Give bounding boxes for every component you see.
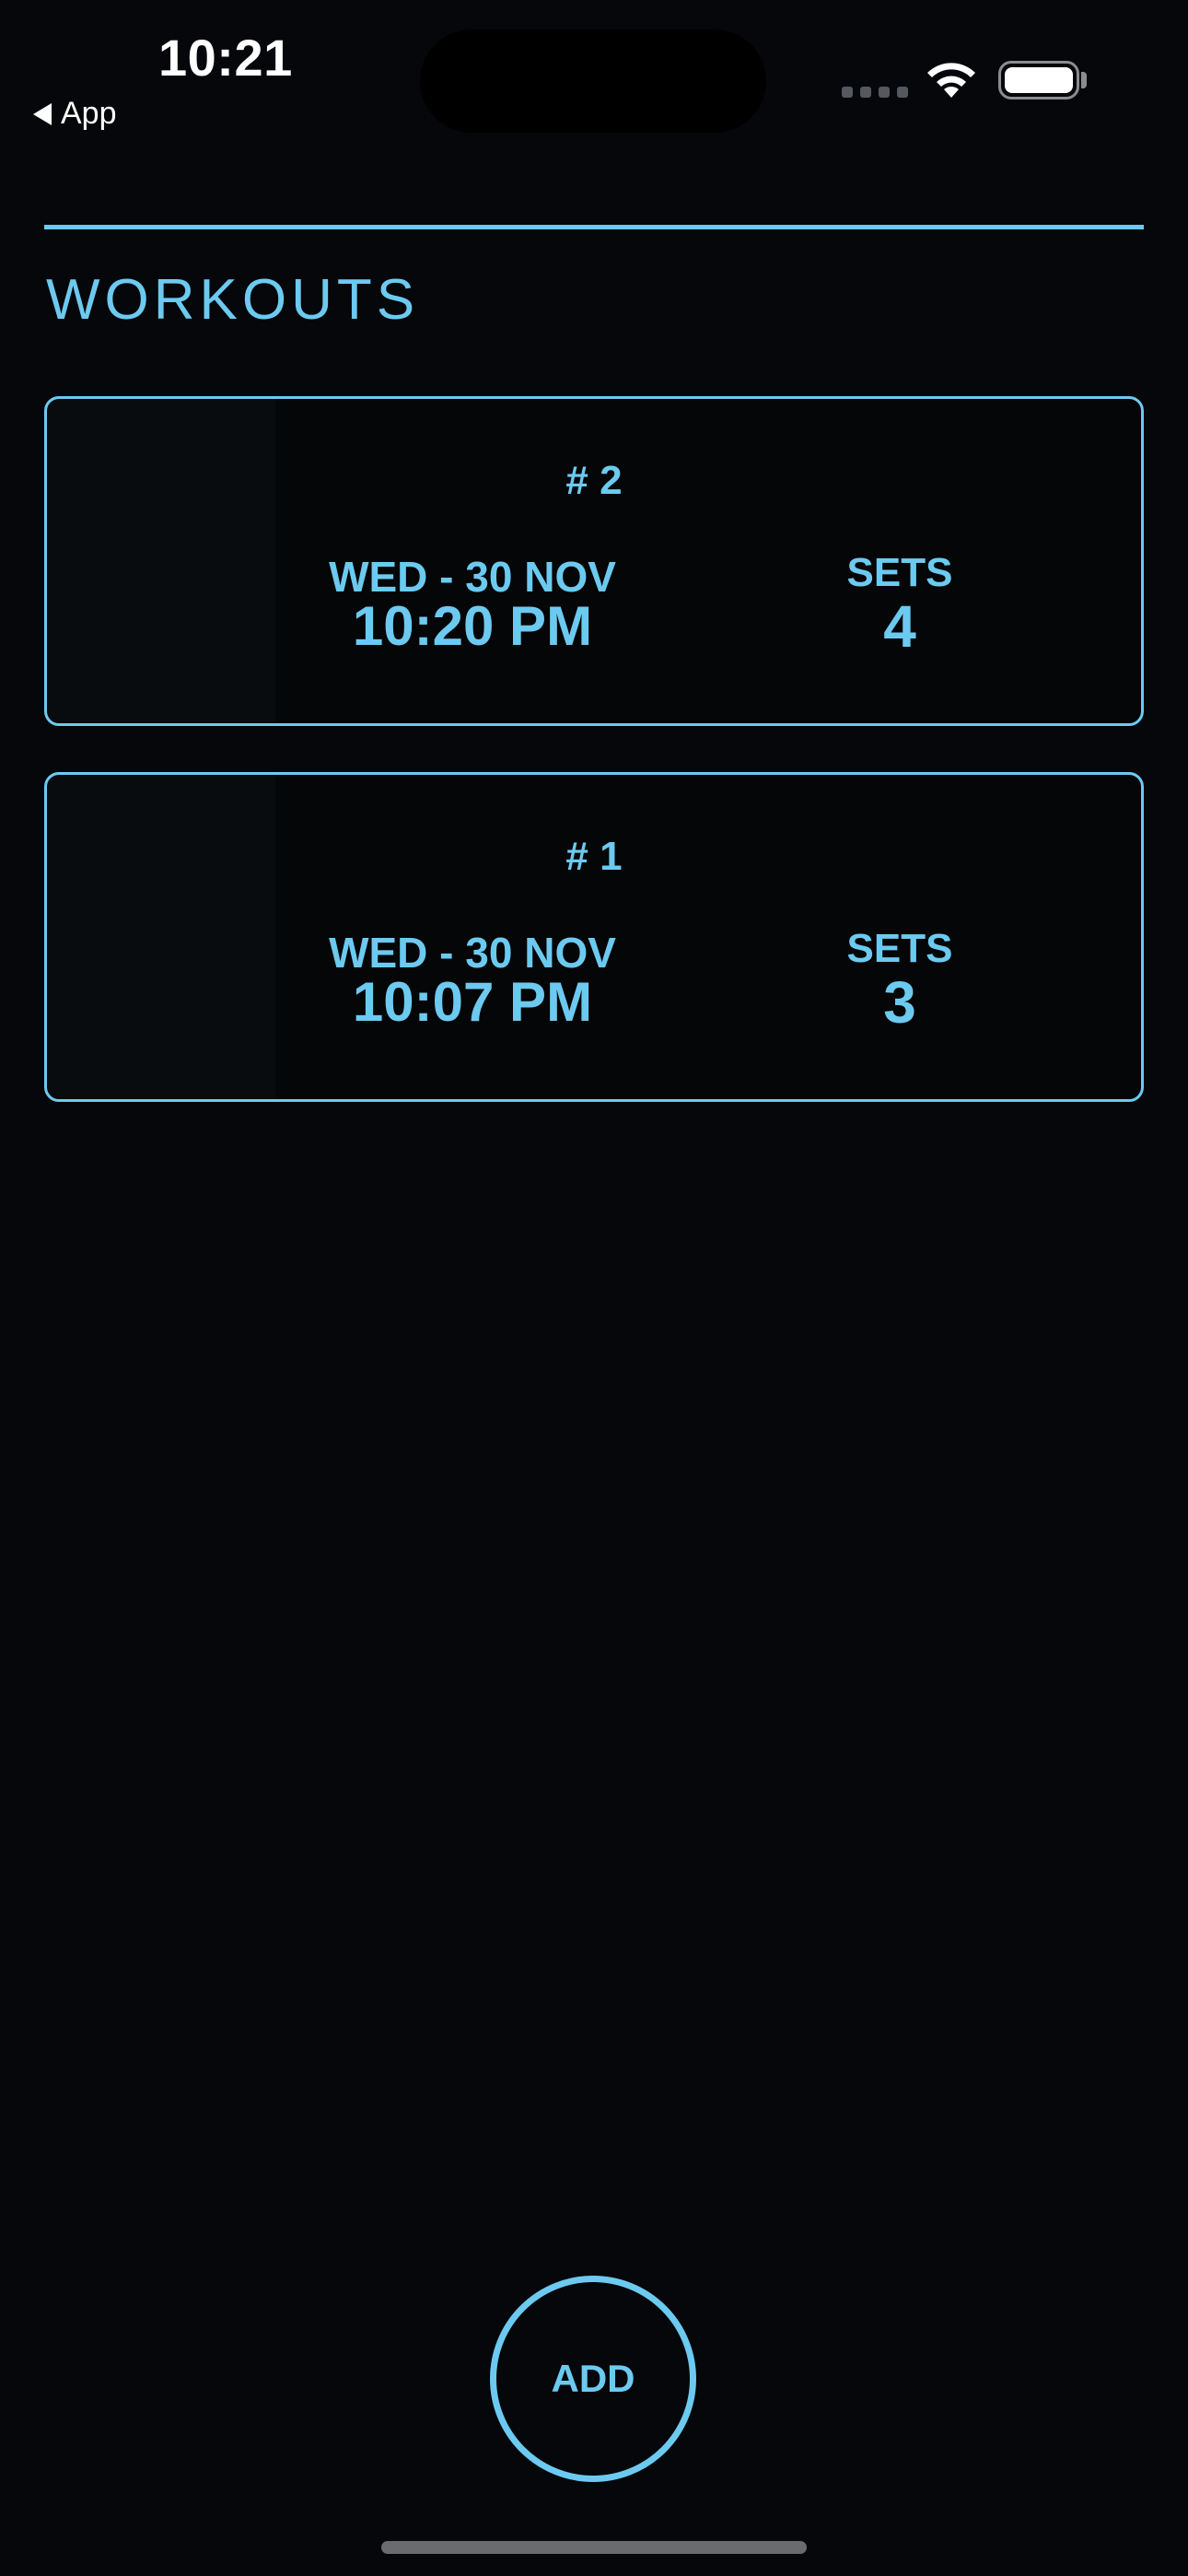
sets-count: 4 xyxy=(883,593,916,660)
workout-number: # 1 xyxy=(565,834,623,879)
sets-label: SETS xyxy=(846,926,953,971)
workout-time: 10:07 PM xyxy=(352,971,593,1033)
wifi-icon xyxy=(927,63,975,98)
home-indicator[interactable] xyxy=(381,2541,807,2554)
add-workout-button[interactable]: ADD xyxy=(490,2276,696,2482)
battery-cap xyxy=(1081,72,1087,88)
back-app-label: App xyxy=(61,96,117,131)
back-to-app-button[interactable]: App xyxy=(33,96,117,132)
sets-count: 3 xyxy=(883,969,916,1036)
header-divider xyxy=(44,225,1144,229)
workout-card[interactable]: # 2 WED - 30 NOV 10:20 PM SETS 4 xyxy=(44,396,1144,726)
workout-time: 10:20 PM xyxy=(352,595,593,657)
workout-card[interactable]: # 1 WED - 30 NOV 10:07 PM SETS 3 xyxy=(44,772,1144,1102)
page-title: WORKOUTS xyxy=(46,268,420,332)
workout-number: # 2 xyxy=(565,458,623,503)
dynamic-island xyxy=(420,29,766,133)
status-time: 10:21 xyxy=(158,29,293,87)
back-arrow-icon xyxy=(33,102,52,125)
cellular-signal-icon xyxy=(842,87,908,98)
sets-label: SETS xyxy=(846,550,953,595)
battery-icon xyxy=(998,61,1079,100)
